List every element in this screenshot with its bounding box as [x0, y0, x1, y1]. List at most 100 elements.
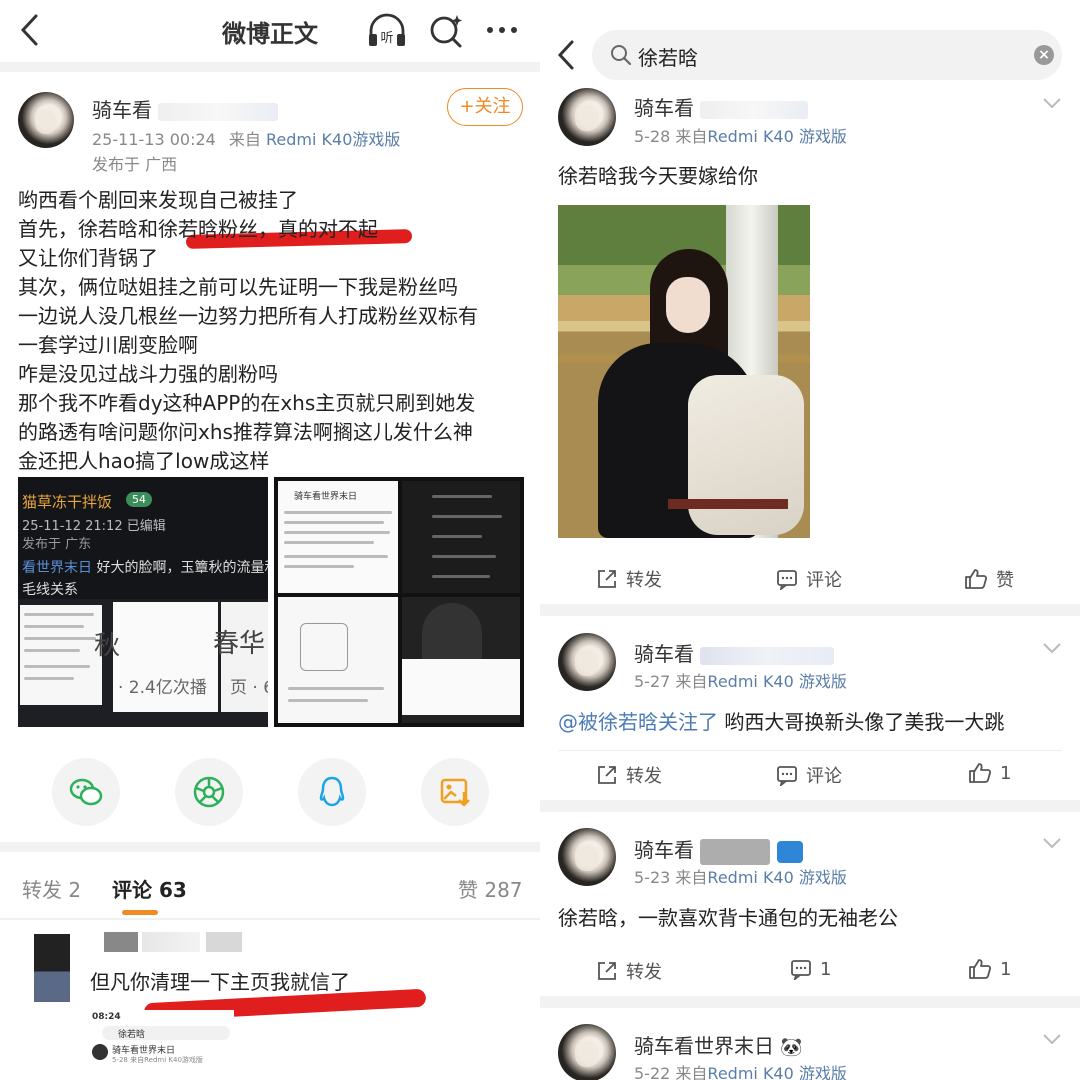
- post-actions: 转发 评论 1: [540, 762, 1080, 802]
- post-source[interactable]: Redmi K40游戏版: [266, 130, 400, 149]
- top-nav-bar: 微博正文 听: [0, 0, 540, 62]
- more-icon[interactable]: [484, 12, 520, 48]
- search-input[interactable]: 徐若晗: [638, 42, 698, 71]
- post-detail-panel: 微博正文 听 骑车看 25-11-13 00:24 来自 Redmi K40游戏…: [0, 0, 540, 1080]
- listen-icon[interactable]: 听: [366, 12, 408, 50]
- thumbs-up-icon: [965, 569, 988, 589]
- wechat-icon[interactable]: [52, 758, 120, 826]
- section-gap: [540, 800, 1080, 812]
- repost-icon: [598, 570, 616, 588]
- post-text: @被徐若晗关注了 哟西大哥换新头像了美我一大跳: [558, 710, 1005, 734]
- post-text: 徐若晗我今天要嫁给你: [558, 164, 758, 188]
- author-name[interactable]: 骑车看: [634, 92, 809, 121]
- author-avatar[interactable]: [18, 92, 74, 148]
- search-results-panel: 徐若晗 × 骑车看 5-28 来自Redmi K40 游戏版 徐若晗我今天要嫁给…: [540, 0, 1080, 1080]
- author-name[interactable]: 骑车看: [634, 834, 803, 865]
- share-row: [0, 752, 540, 832]
- back-icon[interactable]: [556, 38, 576, 72]
- shot-panel: [402, 597, 520, 723]
- post-line: 又让你们背锅了: [18, 246, 158, 270]
- post-meta: 5-28 来自Redmi K40 游戏版: [634, 127, 847, 146]
- blurred-username: [142, 932, 200, 952]
- section-gap: [540, 996, 1080, 1008]
- shot-username: 骑车看世界末日: [294, 492, 358, 502]
- moments-icon[interactable]: [175, 758, 243, 826]
- section-gap: [0, 62, 540, 72]
- author-avatar[interactable]: [558, 88, 616, 146]
- comment-button[interactable]: 评论: [776, 566, 842, 592]
- follow-button[interactable]: +关注: [447, 88, 523, 126]
- like-button[interactable]: 1: [968, 762, 1011, 784]
- mention-link[interactable]: @被徐若晗关注了: [558, 710, 718, 734]
- tab-comment[interactable]: 评论 63: [112, 874, 187, 903]
- author-avatar[interactable]: [558, 828, 616, 886]
- search-icon: [611, 45, 632, 66]
- shot-text: 毛线关系: [22, 582, 78, 598]
- post-line: 一边说人没几根丝一边努力把所有人打成粉丝双标有: [18, 304, 478, 328]
- post-location: 发布于 广西: [92, 155, 178, 174]
- post-image-2[interactable]: 骑车看世界末日: [274, 477, 524, 727]
- post-text: 徐若晗，一款喜欢背卡通包的无袖老公: [558, 906, 898, 930]
- chevron-down-icon[interactable]: [1042, 641, 1062, 655]
- clear-icon[interactable]: ×: [1034, 45, 1054, 65]
- comment-text: 但凡你清理一下主页我就信了: [90, 970, 350, 994]
- repost-icon: [598, 962, 616, 980]
- shot-big-text: 秋: [94, 631, 121, 661]
- post-tabs: 转发 2 评论 63 赞 287: [0, 856, 540, 918]
- post-line: 首先，徐若晗和徐若晗粉丝，真的对不起: [18, 217, 378, 241]
- tab-like[interactable]: 赞 287: [458, 874, 523, 903]
- shot-location: 发布于 广东: [22, 537, 92, 552]
- shot-big-text: 春华: [213, 629, 266, 659]
- chevron-down-icon[interactable]: [1042, 96, 1062, 110]
- repost-button[interactable]: 转发: [596, 762, 662, 788]
- tab-underline: [122, 910, 158, 915]
- post-line: 金还把人hao搞了low成这样: [18, 449, 270, 473]
- comment-image[interactable]: 08:24 徐若晗 骑车看世界末日 5-28 来自Redmi K40游戏版: [88, 1010, 234, 1080]
- post-meta: 5-23 来自Redmi K40 游戏版: [634, 868, 847, 887]
- shot-panel: [402, 481, 520, 593]
- ai-search-icon[interactable]: [428, 12, 464, 48]
- blurred-username: [104, 932, 138, 952]
- comment-button[interactable]: 评论: [776, 762, 842, 788]
- post-line: 的路透有啥问题你问xhs推荐算法啊搁这儿发什么神: [18, 420, 473, 444]
- chevron-down-icon[interactable]: [1042, 836, 1062, 850]
- post-line: 那个我不咋看dy这种APP的在xhs主页就只刷到她发: [18, 391, 476, 415]
- qq-icon[interactable]: [298, 758, 366, 826]
- section-gap: [540, 604, 1080, 616]
- author-name[interactable]: 骑车看世界末日 🐼: [634, 1030, 803, 1059]
- shot-stat: 页 · 615: [230, 678, 268, 698]
- comment-icon: [791, 960, 811, 980]
- post-line: 咋是没见过战斗力强的剧粉吗: [18, 362, 278, 386]
- repost-icon: [598, 766, 616, 784]
- post-line: 一套学过川剧变脸啊: [18, 333, 198, 357]
- post-meta: 5-22 来自Redmi K40 游戏版: [634, 1064, 847, 1080]
- like-button[interactable]: 赞: [964, 566, 1014, 592]
- author-name[interactable]: 骑车看: [92, 94, 279, 123]
- comment-button[interactable]: 1: [790, 958, 831, 980]
- source-prefix: 来自: [228, 130, 261, 149]
- shot-stat: · 2.4亿次播: [118, 678, 207, 698]
- post-photo[interactable]: [558, 205, 810, 538]
- shot-badge: 54: [126, 492, 152, 507]
- author-avatar[interactable]: [558, 1024, 616, 1080]
- chevron-down-icon[interactable]: [1042, 1032, 1062, 1046]
- post-meta: 25-11-13 00:24 来自 Redmi K40游戏版: [92, 126, 400, 150]
- shot-text: 看世界末日 好大的脸啊，玉簟秋的流量和通: [22, 560, 268, 576]
- shot-panel: 骑车看世界末日: [278, 481, 398, 593]
- save-image-icon[interactable]: [421, 758, 489, 826]
- shot-list: [20, 605, 102, 705]
- repost-button[interactable]: 转发: [596, 566, 662, 592]
- commenter-avatar[interactable]: [34, 934, 70, 1002]
- post-body: 哟西看个剧回来发现自己被挂了 首先，徐若晗和徐若晗粉丝，真的对不起 又让你们背锅…: [18, 186, 533, 476]
- repost-button[interactable]: 转发: [596, 958, 662, 984]
- post-meta: 5-27 来自Redmi K40 游戏版: [634, 672, 847, 691]
- shot-time: 08:24: [92, 1012, 121, 1022]
- shot-username: 猫草冻干拌饭: [22, 493, 113, 511]
- like-button[interactable]: 1: [968, 958, 1011, 980]
- post-actions: 转发 评论 赞: [540, 566, 1080, 606]
- post-image-1[interactable]: 猫草冻干拌饭 54 25-11-12 21:12 已编辑 发布于 广东 看世界末…: [18, 477, 268, 727]
- tab-repost[interactable]: 转发 2: [22, 874, 81, 903]
- section-gap: [0, 842, 540, 852]
- author-avatar[interactable]: [558, 633, 616, 691]
- author-name[interactable]: 骑车看: [634, 638, 835, 667]
